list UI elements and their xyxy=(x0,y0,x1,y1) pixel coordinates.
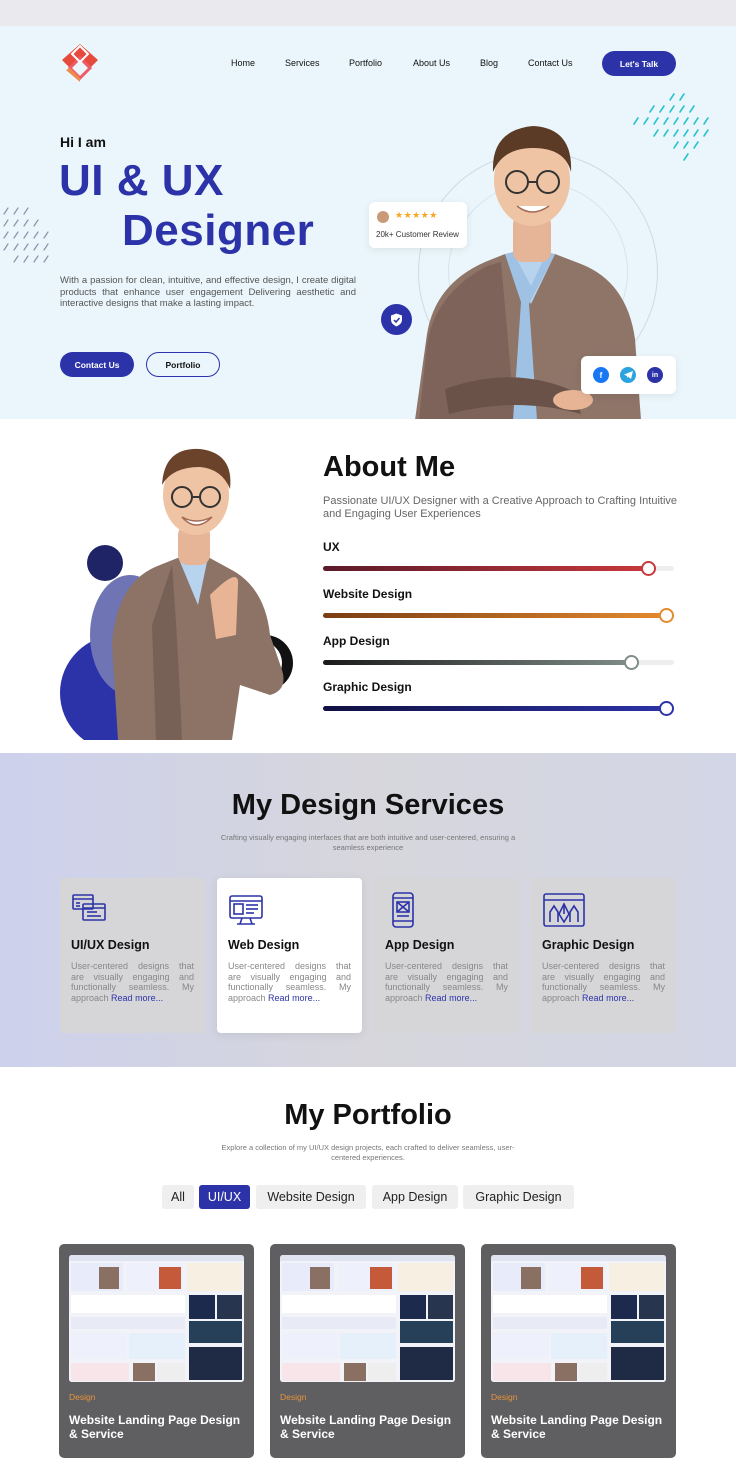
portfolio-item-title: Website Landing Page Design & Service xyxy=(491,1413,663,1441)
service-title: App Design xyxy=(385,938,455,952)
about-title: About Me xyxy=(323,451,456,483)
skill-label: Graphic Design xyxy=(323,680,412,694)
facebook-icon[interactable]: f xyxy=(593,367,609,383)
skill-progress-track xyxy=(323,701,674,716)
portfolio-category: Design xyxy=(491,1392,518,1402)
service-description: User-centered designs that are visually … xyxy=(385,961,508,1003)
telegram-icon[interactable] xyxy=(620,367,636,383)
portfolio-category: Design xyxy=(280,1392,307,1402)
skill-label: Website Design xyxy=(323,587,413,601)
web-monitor-icon xyxy=(229,895,263,925)
pen-tools-icon xyxy=(543,893,585,927)
skill-label: UX xyxy=(323,540,340,554)
read-more-link[interactable]: Read more... xyxy=(268,993,320,1003)
services-title: My Design Services xyxy=(231,789,505,821)
lets-talk-button[interactable]: Let's Talk xyxy=(602,51,676,76)
service-description: User-centered designs that are visually … xyxy=(228,961,351,1003)
services-section: My Design Services Crafting visually eng… xyxy=(0,753,736,1067)
shield-badge xyxy=(381,304,412,335)
filter-all[interactable]: All xyxy=(162,1185,194,1209)
portfolio-category: Design xyxy=(69,1392,96,1402)
hero-title-line1: UI & UX xyxy=(59,156,224,205)
about-portrait-image xyxy=(60,448,293,740)
shield-check-icon xyxy=(391,313,402,326)
website-mockup-graphic xyxy=(280,1255,455,1382)
read-more-link[interactable]: Read more... xyxy=(111,993,163,1003)
nav-blog[interactable]: Blog xyxy=(480,58,498,68)
portfolio-section: My Portfolio Explore a collection of my … xyxy=(0,1067,736,1472)
portfolio-item-title: Website Landing Page Design & Service xyxy=(69,1413,241,1441)
services-subtitle: Crafting visually engaging interfaces th… xyxy=(220,833,516,852)
skill-progress-fill xyxy=(323,613,670,618)
skill-progress-track xyxy=(323,561,674,576)
skill-progress-fill xyxy=(323,706,670,711)
website-mockup-graphic xyxy=(69,1255,244,1382)
filter-website-design[interactable]: Website Design xyxy=(256,1185,366,1209)
service-description: User-centered designs that are visually … xyxy=(71,961,194,1003)
rating-stars-icon: ★★★★★ xyxy=(395,210,438,220)
filter-uiux[interactable]: UI/UX xyxy=(199,1185,250,1209)
portfolio-thumbnail-image xyxy=(69,1255,244,1382)
skill-slider-handle[interactable] xyxy=(659,701,674,716)
service-title: Graphic Design xyxy=(542,938,635,952)
service-card-app[interactable]: App Design User-centered designs that ar… xyxy=(374,878,519,1033)
portfolio-card[interactable]: Design Website Landing Page Design & Ser… xyxy=(481,1244,676,1458)
social-links-card: f in xyxy=(581,356,676,394)
hero-greeting: Hi I am xyxy=(60,134,106,150)
skill-slider-handle[interactable] xyxy=(641,561,656,576)
skill-progress-fill xyxy=(323,566,649,571)
nav-portfolio[interactable]: Portfolio xyxy=(349,58,382,68)
portfolio-card[interactable]: Design Website Landing Page Design & Ser… xyxy=(59,1244,254,1458)
linkedin-icon[interactable]: in xyxy=(647,367,663,383)
read-more-link[interactable]: Read more... xyxy=(425,993,477,1003)
hero-section: Home Services Portfolio About Us Blog Co… xyxy=(0,26,736,419)
review-count-text: 20k+ Customer Review xyxy=(376,230,459,239)
customer-review-card: ★★★★★ 20k+ Customer Review xyxy=(369,202,467,248)
service-card-graphic[interactable]: Graphic Design User-centered designs tha… xyxy=(531,878,676,1033)
service-card-uiux[interactable]: UI/UX Design User-centered designs that … xyxy=(60,878,205,1033)
portfolio-thumbnail-image xyxy=(491,1255,666,1382)
nav-services[interactable]: Services xyxy=(285,58,320,68)
nav-about-us[interactable]: About Us xyxy=(413,58,450,68)
ui-layout-icon xyxy=(72,894,106,921)
nav-contact-us[interactable]: Contact Us xyxy=(528,58,573,68)
skill-label: App Design xyxy=(323,634,390,648)
skill-progress-track xyxy=(323,608,674,623)
service-title: Web Design xyxy=(228,938,300,952)
hero-description: With a passion for clean, intuitive, and… xyxy=(60,275,356,309)
filter-app-design[interactable]: App Design xyxy=(372,1185,458,1209)
skill-slider-handle[interactable] xyxy=(624,655,639,670)
service-title: UI/UX Design xyxy=(71,938,150,952)
skill-progress-track xyxy=(323,655,674,670)
filter-graphic-design[interactable]: Graphic Design xyxy=(463,1185,574,1209)
browser-top-bar xyxy=(0,0,736,26)
decorative-dashes-left xyxy=(3,207,49,263)
skill-slider-handle[interactable] xyxy=(659,608,674,623)
about-section: About Me Passionate UI/UX Designer with … xyxy=(0,419,736,753)
reviewer-avatar xyxy=(377,211,389,223)
about-subtitle: Passionate UI/UX Designer with a Creativ… xyxy=(323,495,678,520)
read-more-link[interactable]: Read more... xyxy=(582,993,634,1003)
contact-us-button[interactable]: Contact Us xyxy=(60,352,134,377)
service-card-web[interactable]: Web Design User-centered designs that ar… xyxy=(217,878,362,1033)
portfolio-item-title: Website Landing Page Design & Service xyxy=(280,1413,452,1441)
service-description: User-centered designs that are visually … xyxy=(542,961,665,1003)
skill-progress-fill xyxy=(323,660,632,665)
portfolio-thumbnail-image xyxy=(280,1255,455,1382)
website-mockup-graphic xyxy=(491,1255,666,1382)
portfolio-subtitle: Explore a collection of my UI/UX design … xyxy=(221,1143,515,1162)
mobile-app-icon xyxy=(392,892,414,928)
hero-title-line2: Designer xyxy=(122,206,315,255)
portfolio-title: My Portfolio xyxy=(284,1099,452,1131)
portfolio-button[interactable]: Portfolio xyxy=(146,352,220,377)
portfolio-card[interactable]: Design Website Landing Page Design & Ser… xyxy=(270,1244,465,1458)
nav-home[interactable]: Home xyxy=(231,58,255,68)
